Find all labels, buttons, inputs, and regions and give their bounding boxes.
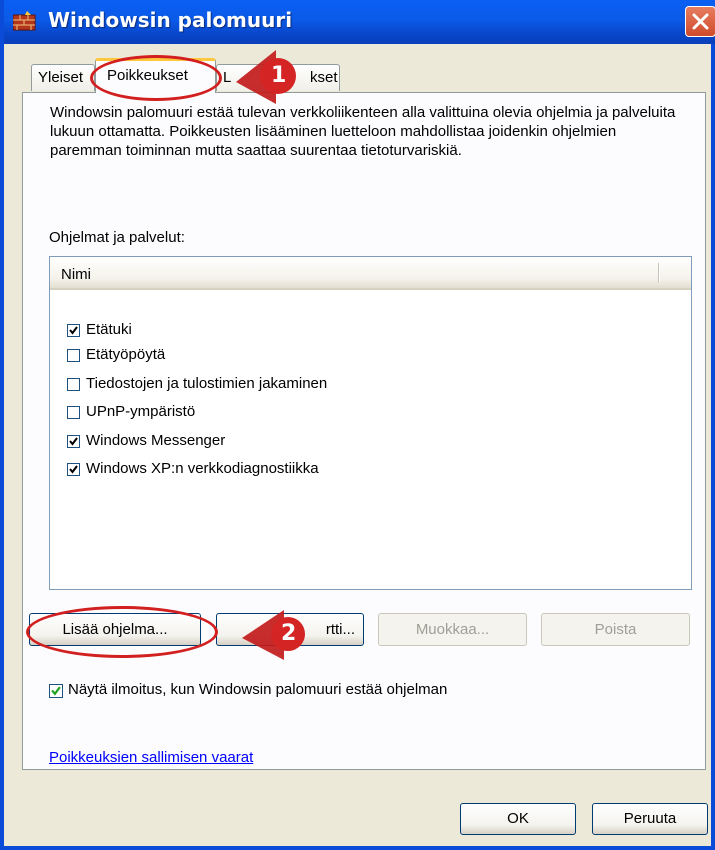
notify-label: Näytä ilmoitus, kun Windowsin palomuuri … xyxy=(68,681,448,698)
cancel-button[interactable]: Peruuta xyxy=(592,803,708,835)
firewall-description: Windowsin palomuuri estää tulevan verkko… xyxy=(50,104,676,159)
checkmark-icon xyxy=(69,437,78,446)
highlight-ellipse-tab xyxy=(90,55,222,101)
checkbox[interactable] xyxy=(67,324,80,337)
delete-button[interactable]: Poista xyxy=(541,613,690,646)
checkmark-icon xyxy=(69,326,78,335)
tab-general[interactable]: Yleiset xyxy=(31,64,95,91)
exceptions-risks-link[interactable]: Poikkeuksien sallimisen vaarat xyxy=(49,749,253,766)
firewall-brick-icon xyxy=(12,11,37,31)
close-button[interactable] xyxy=(685,6,715,37)
checkbox[interactable] xyxy=(67,378,80,391)
tab-advanced-label-end: kset xyxy=(310,69,338,86)
list-item-label: Etätuki xyxy=(86,321,132,338)
list-item-label: Windows XP:n verkkodiagnostiikka xyxy=(86,460,319,477)
programs-list-label: Ohjelmat ja palvelut: xyxy=(49,229,185,246)
notify-checkbox[interactable] xyxy=(49,684,63,698)
column-divider[interactable] xyxy=(658,263,660,283)
exceptions-panel: Windowsin palomuuri estää tulevan verkko… xyxy=(22,92,706,770)
tab-advanced-label-start: L xyxy=(223,69,232,86)
close-icon xyxy=(692,13,709,30)
checkbox[interactable] xyxy=(67,463,80,476)
step-number-1: 1 xyxy=(271,63,287,88)
programs-listbox[interactable]: Nimi Etätuki Etätyöpöytä Tiedostojen ja … xyxy=(49,256,692,590)
ok-button[interactable]: OK xyxy=(460,803,576,835)
step-number-2: 2 xyxy=(281,621,297,646)
list-item-label: Tiedostojen ja tulostimien jakaminen xyxy=(86,375,328,392)
window-title: Windowsin palomuuri xyxy=(48,8,293,32)
list-column-header[interactable]: Nimi xyxy=(50,257,691,290)
step-marker-1: 1 xyxy=(234,46,300,108)
highlight-ellipse-add-program xyxy=(26,606,218,658)
step-marker-2: 2 xyxy=(240,606,310,664)
title-bar[interactable]: Windowsin palomuuri xyxy=(4,0,715,44)
list-item-label: Windows Messenger xyxy=(86,432,226,449)
checkbox[interactable] xyxy=(67,406,80,419)
edit-button[interactable]: Muokkaa... xyxy=(378,613,527,646)
checkmark-icon xyxy=(69,465,78,474)
checkbox[interactable] xyxy=(67,349,80,362)
firewall-window: Windowsin palomuuri Yleiset Poikkeukset … xyxy=(0,0,715,850)
list-item-label: Etätyöpöytä xyxy=(86,346,166,363)
checkmark-icon xyxy=(51,686,61,696)
column-header-name: Nimi xyxy=(61,266,91,283)
checkbox[interactable] xyxy=(67,435,80,448)
tab-general-label: Yleiset xyxy=(38,69,84,86)
list-item-label: UPnP-ympäristö xyxy=(86,403,196,420)
